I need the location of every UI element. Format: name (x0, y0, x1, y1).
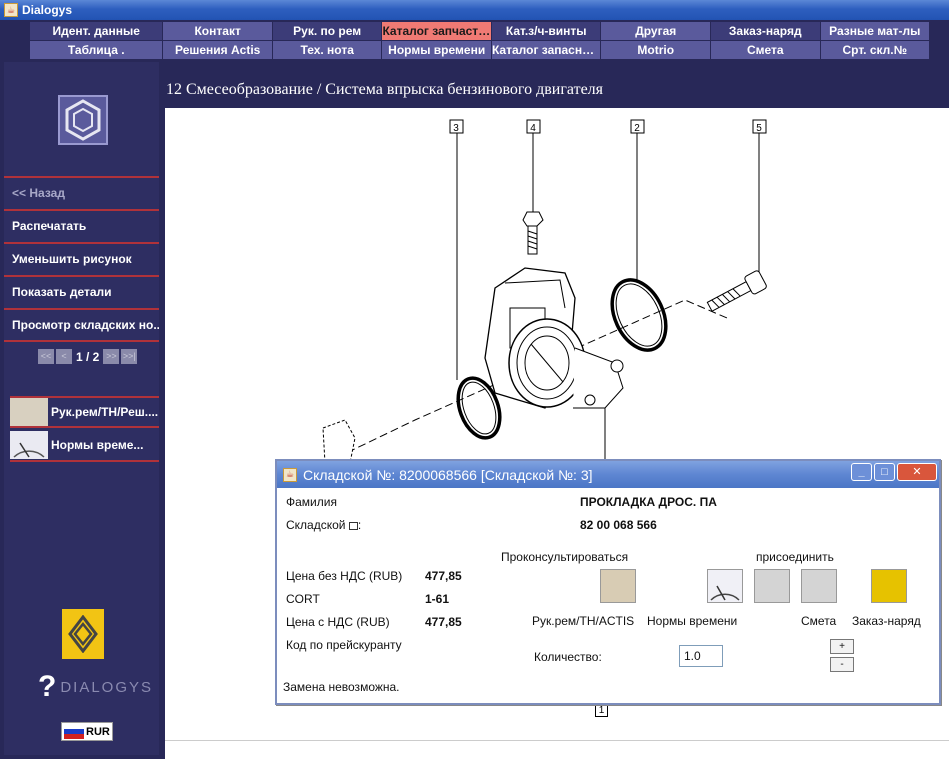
labour-times-link[interactable]: Нормы време... (10, 430, 159, 462)
menu-tab-r2-7[interactable]: Срт. скл.№ (820, 41, 930, 59)
dialog-window-buttons: _ □ ✕ (851, 463, 937, 481)
menu-tab-r1-6[interactable]: Заказ-наряд (710, 22, 820, 40)
view-stock-numbers-link[interactable]: Просмотр складских но... (4, 308, 159, 342)
stock-value: 82 00 068 566 (580, 518, 657, 532)
dialog-body: Фамилия ПРОКЛАДКА ДРОС. ПА Складской : 8… (277, 488, 939, 703)
status-message: Замена невозможна. (283, 680, 400, 694)
stock-dialog: ☕ Складской №: 8200068566 [Складской №: … (275, 459, 941, 705)
work-order-doc-label: Заказ-наряд (852, 614, 921, 628)
pager-next-button[interactable]: >> (103, 349, 120, 364)
pager-last-button[interactable]: >>| (121, 349, 138, 364)
menu-tab-r2-1[interactable]: Решения Actis (163, 41, 272, 59)
copy-icon[interactable] (348, 521, 358, 530)
top-menu: Идент. данные Контакт Рук. по рем Каталог з… (30, 22, 930, 60)
java-icon: ☕ (283, 467, 297, 482)
labour-times-icon[interactable] (707, 569, 743, 603)
status-strip (165, 740, 949, 759)
price-ex-vat-label: Цена без НДС (RUB) (286, 569, 403, 583)
labour-times-label: Нормы време... (51, 438, 144, 452)
menu-tab-r2-3[interactable]: Нормы времени (382, 41, 491, 59)
callout-1[interactable]: 1 (595, 704, 608, 717)
pricelist-code-label: Код по прейскуранту (286, 638, 402, 652)
cort-value: 1-61 (425, 592, 450, 606)
attach-label: присоединить (756, 550, 834, 564)
quantity-minus-button[interactable]: - (830, 657, 854, 672)
labour-times-doc-label: Нормы времени (647, 614, 738, 628)
maximize-button[interactable]: □ (874, 463, 895, 481)
menu-tab-r1-7[interactable]: Разные мат-лы (820, 22, 930, 40)
menu-tab-r1-3[interactable]: Каталог запчастей (382, 22, 491, 40)
menu-row-2: Таблица . Решения Actis Тех. нота Нормы вре… (30, 41, 930, 59)
repair-manual-link[interactable]: Рук.рем/ТН/Реш.... (10, 396, 159, 428)
repair-manual-doc-label: Рук.рем/ТН/ACTIS (532, 614, 635, 628)
pager-text: 1 / 2 (76, 349, 100, 364)
window-title: Dialogys (22, 3, 73, 17)
renault-logo (62, 609, 104, 659)
dialog-title: Складской №: 8200068566 [Складской №: 3] (303, 466, 593, 483)
pager-first-button[interactable]: << (38, 349, 54, 364)
menu-row-1: Идент. данные Контакт Рук. по рем Каталог з… (30, 22, 930, 40)
menu-tab-r1-0[interactable]: Идент. данные (30, 22, 163, 40)
menu-tab-r2-4[interactable]: Каталог запасны... (491, 41, 601, 59)
attach-icon[interactable] (754, 569, 790, 603)
menu-tab-r2-6[interactable]: Смета (710, 41, 820, 59)
repair-manual-thumbnail-icon (10, 398, 48, 426)
russia-flag-icon (64, 724, 84, 739)
callout-3-label: 3 (453, 123, 459, 134)
menu-tab-r1-5[interactable]: Другая (601, 22, 710, 40)
menu-tab-r1-1[interactable]: Контакт (163, 22, 272, 40)
work-order-icon[interactable] (871, 569, 907, 603)
repair-manual-icon[interactable] (600, 569, 636, 603)
labour-times-thumbnail-icon (10, 431, 48, 459)
callout-5-label: 5 (756, 123, 762, 134)
repair-manual-label: Рук.рем/ТН/Реш.... (51, 405, 159, 419)
back-link[interactable]: << Назад (4, 176, 159, 208)
estimate-doc-label: Смета (801, 614, 837, 628)
estimate-icon[interactable] (801, 569, 837, 603)
stock-label: Складской : (286, 518, 362, 532)
page-title: 12 Смесеобразование / Система впрыска бе… (166, 81, 604, 98)
family-label: Фамилия (286, 495, 337, 509)
close-button[interactable]: ✕ (897, 463, 937, 481)
menu-tab-r1-2[interactable]: Рук. по рем (272, 22, 382, 40)
window-titlebar: ☕ Dialogys (0, 0, 949, 20)
print-link[interactable]: Распечатать (4, 209, 159, 241)
quantity-plus-button[interactable]: + (830, 639, 854, 654)
menu-tab-r2-2[interactable]: Тех. нота (272, 41, 382, 59)
cort-label: CORT (286, 592, 320, 606)
menu-tab-r1-4[interactable]: Кат.з/ч-винты (491, 22, 601, 40)
family-value: ПРОКЛАДКА ДРОС. ПА (580, 495, 717, 509)
currency-button[interactable]: RUR (61, 722, 113, 741)
show-details-link[interactable]: Показать детали (4, 275, 159, 307)
price-vat-label: Цена с НДС (RUB) (286, 615, 390, 629)
java-icon: ☕ (4, 3, 18, 17)
menu-tab-r2-5[interactable]: Motrio (601, 41, 710, 59)
price-ex-vat-value: 477,85 (425, 569, 462, 583)
quantity-input[interactable]: 1.0 (679, 645, 723, 667)
reduce-image-link[interactable]: Уменьшить рисунок (4, 242, 159, 274)
callout-2-label: 2 (634, 123, 640, 134)
bolt-hex-logo-icon (58, 95, 108, 145)
minimize-button[interactable]: _ (851, 463, 872, 481)
callout-4-label: 4 (530, 123, 536, 134)
quantity-label: Количество: (534, 650, 602, 664)
price-vat-value: 477,85 (425, 615, 462, 629)
dialog-titlebar: ☕ Складской №: 8200068566 [Складской №: … (277, 461, 939, 488)
pager: << < 1 / 2 >> >>| (38, 349, 138, 364)
dialogys-brand: DIALOGYS (60, 678, 154, 696)
dialogys-mark-icon: ? (38, 670, 59, 703)
dialogys-logo: ? DIALOGYS (38, 670, 153, 704)
pager-prev-button[interactable]: < (56, 349, 72, 364)
consult-label: Проконсультироваться (501, 550, 629, 564)
currency-label: RUR (86, 725, 110, 738)
menu-tab-r2-0[interactable]: Таблица . (30, 41, 163, 59)
